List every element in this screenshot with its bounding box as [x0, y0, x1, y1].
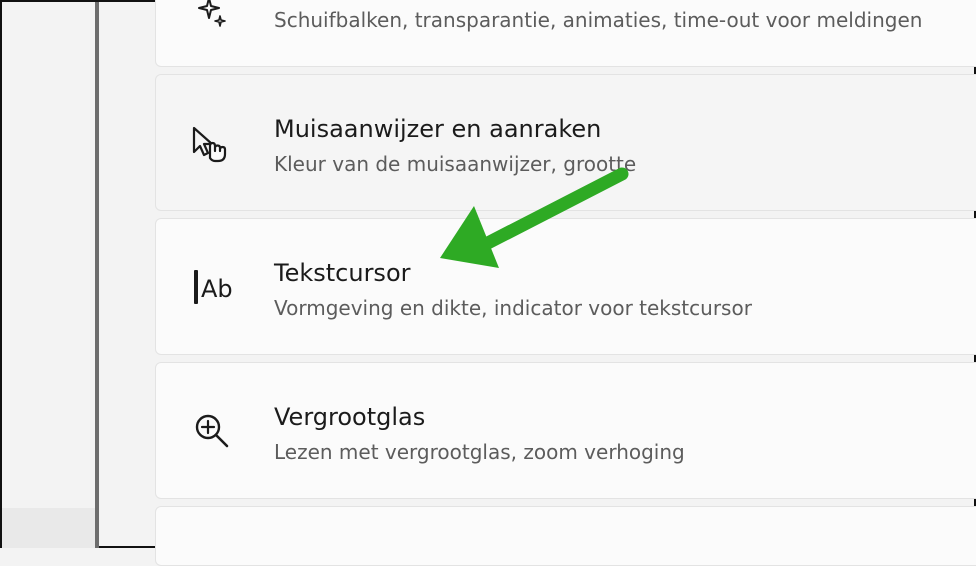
magnifier-icon — [190, 409, 234, 453]
settings-item-magnifier[interactable]: Vergrootglas Lezen met vergrootglas, zoo… — [155, 362, 976, 499]
settings-item-next[interactable] — [155, 506, 976, 566]
settings-item-subtitle: Kleur van de muisaanwijzer, grootte — [274, 152, 637, 176]
navigation-pane — [2, 2, 96, 548]
nav-bottom-strip — [2, 508, 96, 548]
settings-item-subtitle: Schuifbalken, transparantie, animaties, … — [274, 8, 923, 32]
sparkle-icon — [190, 0, 234, 35]
settings-item-mouse-pointer[interactable]: Muisaanwijzer en aanraken Kleur van de m… — [155, 74, 976, 211]
text-cursor-icon: Ab — [190, 265, 234, 309]
settings-content: Schuifbalken, transparantie, animaties, … — [99, 0, 976, 566]
settings-item-subtitle: Vormgeving en dikte, indicator voor teks… — [274, 296, 752, 320]
pointer-touch-icon — [190, 122, 234, 166]
text-cursor-glyph: Ab — [201, 275, 233, 303]
settings-item-title: Tekstcursor — [274, 259, 411, 287]
settings-item-text-cursor[interactable]: Ab Tekstcursor Vormgeving en dikte, indi… — [155, 218, 976, 355]
settings-item-title: Muisaanwijzer en aanraken — [274, 115, 602, 143]
settings-item-title: Vergrootglas — [274, 403, 426, 431]
settings-item-visual-effects[interactable]: Schuifbalken, transparantie, animaties, … — [155, 0, 976, 67]
settings-item-subtitle: Lezen met vergrootglas, zoom verhoging — [274, 440, 685, 464]
